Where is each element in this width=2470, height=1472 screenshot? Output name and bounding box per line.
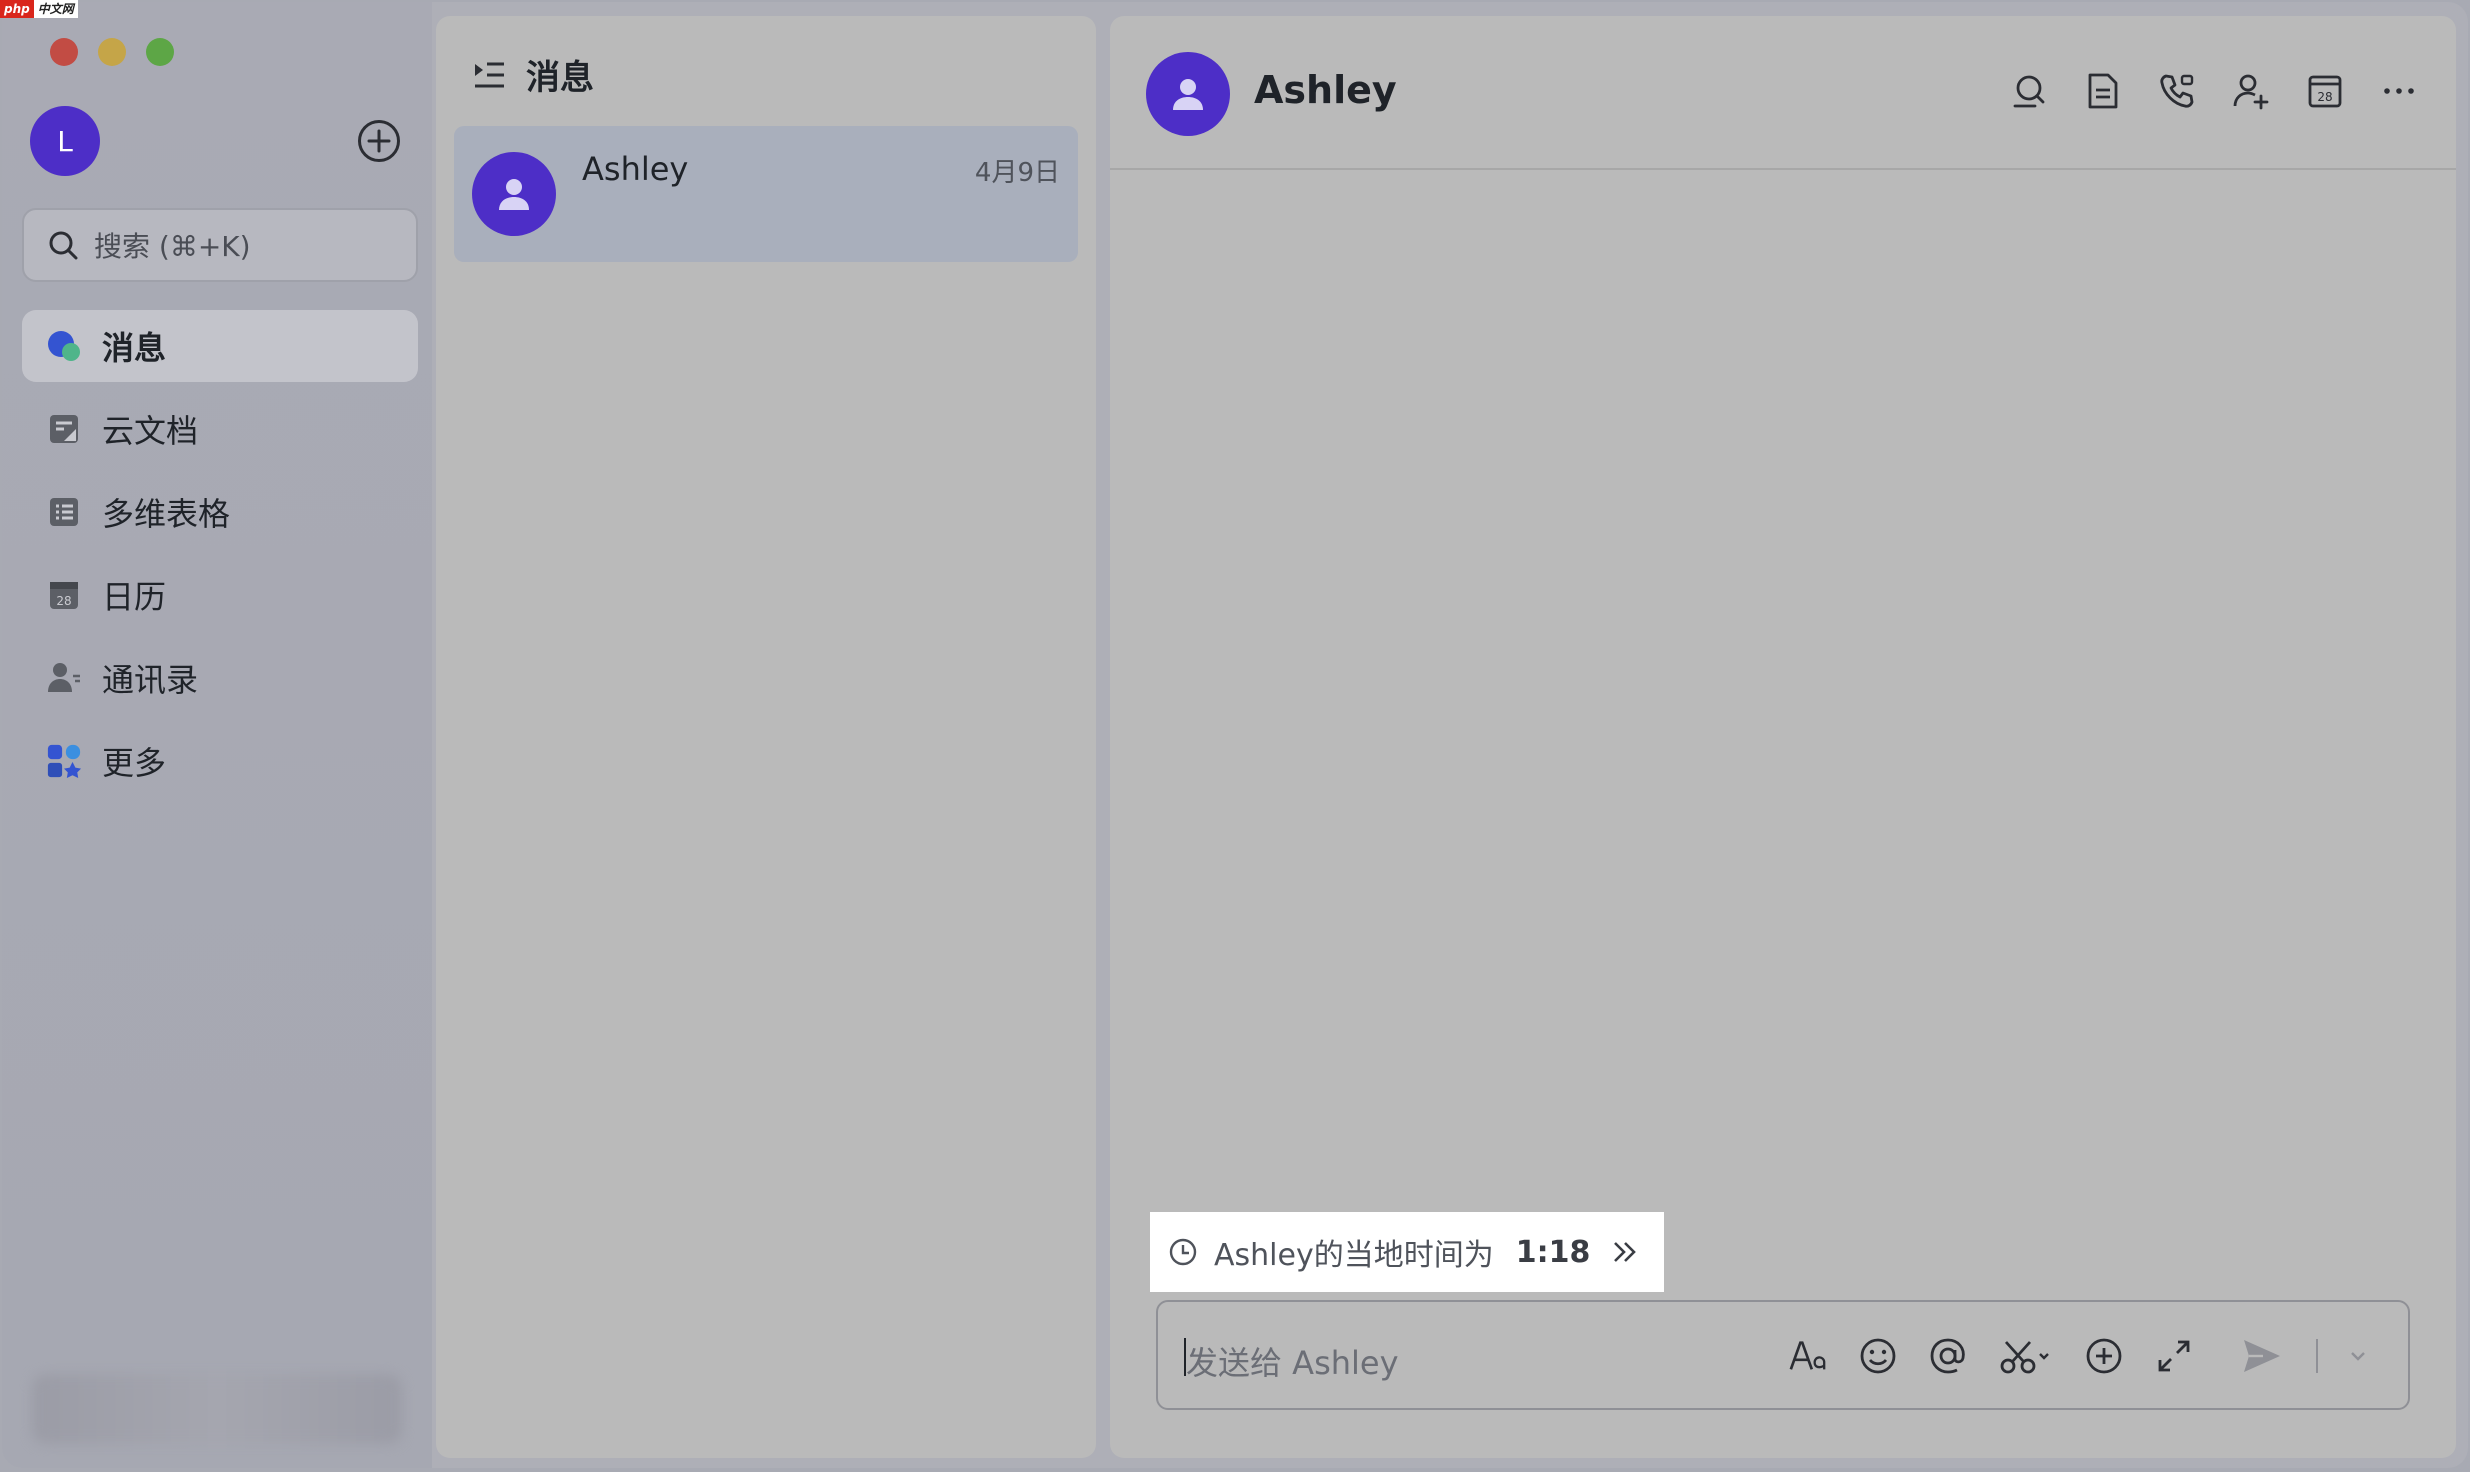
docs-icon bbox=[46, 411, 82, 447]
sidebar-item-more[interactable]: 更多 bbox=[22, 725, 418, 797]
person-icon bbox=[1173, 79, 1203, 110]
double-chevron-right-icon[interactable] bbox=[1610, 1237, 1640, 1267]
document-icon bbox=[2088, 73, 2118, 109]
chat-list-item[interactable]: Ashley 4月9日 bbox=[454, 126, 1078, 262]
send-divider bbox=[2316, 1339, 2318, 1373]
chat-list-header: 消息 bbox=[472, 50, 594, 99]
chat-list-title: 消息 bbox=[526, 58, 594, 98]
send-icon bbox=[2244, 1340, 2280, 1372]
local-time-label: Ashley的当地时间为 bbox=[1214, 1238, 1494, 1273]
maximize-window-button[interactable] bbox=[146, 38, 174, 66]
message-composer[interactable]: 发送给 Ashley bbox=[1156, 1300, 2410, 1410]
conversation-panel: Ashley 28 Ashley的当地时间为 1:18 发送给 Ashley bbox=[1110, 16, 2456, 1458]
local-time-banner[interactable]: Ashley的当地时间为 1:18 bbox=[1150, 1212, 1664, 1292]
sidebar-item-label: 消息 bbox=[102, 329, 167, 367]
user-avatar[interactable]: L bbox=[30, 106, 100, 176]
local-time-value: 1:18 bbox=[1515, 1234, 1591, 1270]
person-icon bbox=[499, 179, 529, 210]
collapse-list-icon[interactable] bbox=[472, 58, 506, 92]
window-controls bbox=[50, 38, 174, 66]
emoji-button[interactable] bbox=[1858, 1336, 1898, 1376]
text-format-icon bbox=[1789, 1341, 1826, 1370]
sidebar-item-messages[interactable]: 消息 bbox=[22, 310, 418, 382]
minimize-window-button[interactable] bbox=[98, 38, 126, 66]
plus-circle-icon bbox=[2086, 1338, 2122, 1374]
conversation-header: Ashley 28 bbox=[1110, 16, 2456, 170]
message-icon bbox=[46, 328, 82, 364]
watermark: php 中文网 bbox=[0, 0, 78, 18]
send-options-button[interactable] bbox=[2348, 1336, 2368, 1376]
scissors-icon bbox=[2000, 1341, 2049, 1374]
send-button[interactable] bbox=[2238, 1336, 2286, 1376]
sidebar-item-base[interactable]: 多维表格 bbox=[22, 476, 418, 548]
base-table-icon bbox=[46, 494, 82, 530]
mention-button[interactable] bbox=[1928, 1336, 1968, 1376]
attach-button[interactable] bbox=[2084, 1336, 2124, 1376]
calendar-button[interactable]: 28 bbox=[2306, 72, 2344, 110]
calendar-day-text: 28 bbox=[56, 594, 71, 608]
more-horizontal-icon bbox=[2384, 88, 2414, 94]
sidebar-item-docs[interactable]: 云文档 bbox=[22, 393, 418, 465]
calendar-icon: 28 bbox=[46, 577, 82, 613]
phone-icon bbox=[2160, 74, 2194, 108]
search-chat-button[interactable] bbox=[2010, 72, 2048, 110]
contact-avatar bbox=[472, 152, 556, 236]
chat-list-panel: 消息 Ashley 4月9日 bbox=[436, 16, 1096, 1458]
call-button[interactable] bbox=[2158, 72, 2196, 110]
chat-docs-button[interactable] bbox=[2084, 72, 2122, 110]
watermark-php: php bbox=[0, 0, 34, 18]
sidebar-item-contacts[interactable]: 通讯录 bbox=[22, 642, 418, 714]
conversation-toolbar: 28 bbox=[2010, 72, 2418, 110]
contact-avatar[interactable] bbox=[1146, 52, 1230, 136]
create-button[interactable] bbox=[358, 120, 400, 162]
screenshot-button[interactable] bbox=[1998, 1336, 2054, 1376]
calendar-icon: 28 bbox=[2308, 75, 2342, 108]
add-member-button[interactable] bbox=[2232, 72, 2270, 110]
sidebar-nav: 消息 云文档 多维表格 28 日历 通讯录 更多 bbox=[22, 310, 418, 808]
search-chat-icon bbox=[2013, 75, 2045, 108]
sidebar-item-label: 更多 bbox=[102, 744, 167, 782]
emoji-icon bbox=[1860, 1338, 1896, 1374]
sidebar-item-label: 云文档 bbox=[102, 412, 199, 450]
composer-toolbar bbox=[1788, 1336, 2368, 1376]
chat-date: 4月9日 bbox=[974, 158, 1060, 188]
close-window-button[interactable] bbox=[50, 38, 78, 66]
watermark-site: 中文网 bbox=[33, 0, 78, 18]
calendar-day-text: 28 bbox=[2317, 90, 2332, 104]
search-input[interactable]: 搜索 (⌘+K) bbox=[22, 208, 418, 282]
contacts-icon bbox=[46, 660, 82, 696]
at-mention-icon bbox=[1930, 1338, 1965, 1374]
chevron-down-icon bbox=[2351, 1352, 2365, 1361]
add-user-icon bbox=[2233, 74, 2269, 110]
more-options-button[interactable] bbox=[2380, 72, 2418, 110]
sidebar-item-calendar[interactable]: 28 日历 bbox=[22, 559, 418, 631]
sidebar-item-label: 日历 bbox=[102, 578, 167, 616]
format-text-button[interactable] bbox=[1788, 1336, 1828, 1376]
sidebar-item-label: 多维表格 bbox=[102, 495, 231, 533]
more-apps-icon bbox=[46, 743, 82, 779]
expand-composer-button[interactable] bbox=[2154, 1336, 2194, 1376]
composer-placeholder: 发送给 Ashley bbox=[1186, 1344, 1399, 1382]
chat-name: Ashley bbox=[582, 150, 689, 188]
app-window: L 搜索 (⌘+K) 消息 云文档 多维表格 28 日历 通讯录 更多 消息 A… bbox=[2, 2, 2468, 1468]
blurred-footer bbox=[32, 1374, 402, 1444]
search-icon bbox=[49, 231, 78, 260]
conversation-title[interactable]: Ashley bbox=[1254, 68, 1397, 112]
sidebar-item-label: 通讯录 bbox=[102, 661, 199, 699]
search-placeholder: 搜索 (⌘+K) bbox=[94, 230, 251, 263]
expand-icon bbox=[2158, 1340, 2190, 1372]
clock-icon bbox=[1169, 1238, 1197, 1266]
sidebar: L 搜索 (⌘+K) 消息 云文档 多维表格 28 日历 通讯录 更多 bbox=[2, 2, 432, 1468]
plus-icon bbox=[367, 129, 391, 153]
